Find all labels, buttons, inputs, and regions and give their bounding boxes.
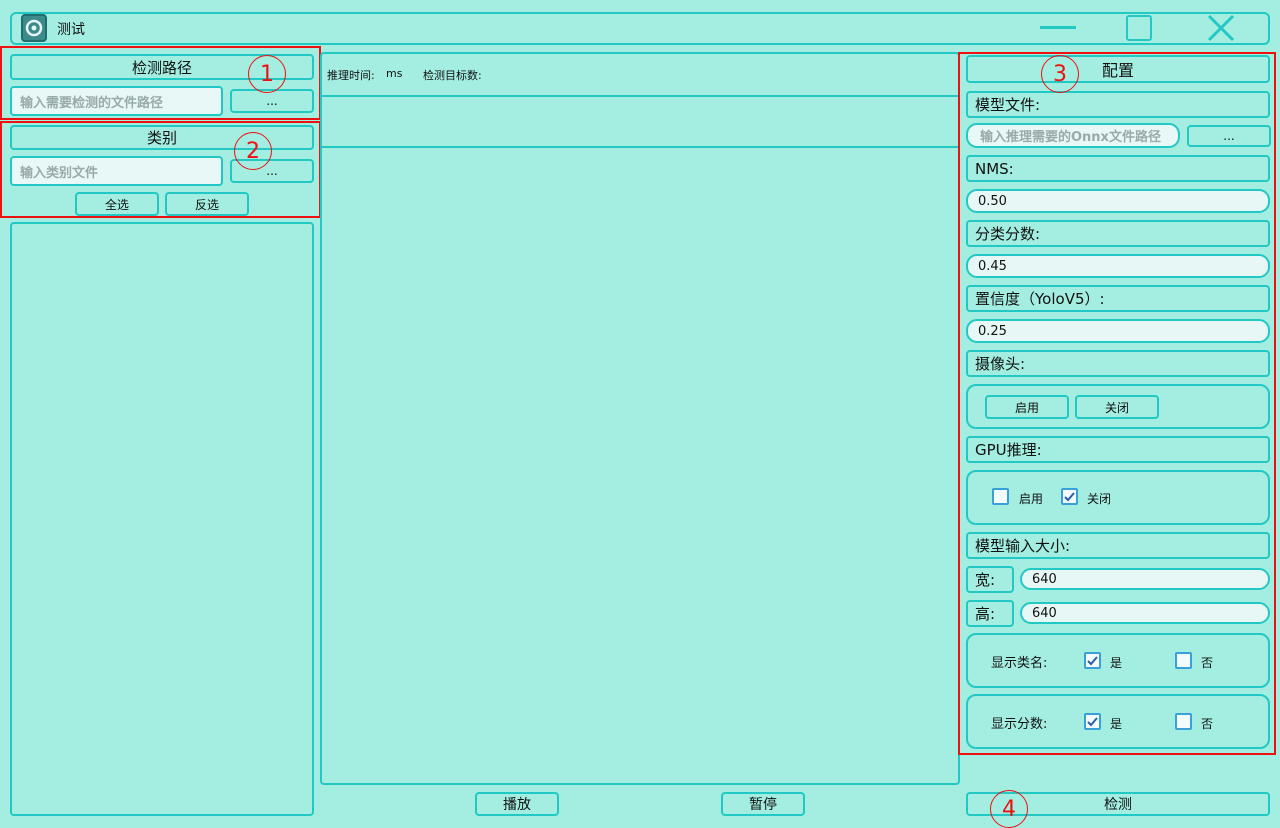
nms-label: NMS: [966, 155, 1270, 182]
show-class-label: 显示类名: [991, 656, 1048, 671]
camera-close-button[interactable]: 关闭 [1075, 395, 1159, 419]
app-logo-icon [21, 14, 47, 42]
infer-time-label: 推理时间: [327, 69, 375, 82]
camera-label: 摄像头: [966, 350, 1270, 377]
checkmark-icon [1087, 717, 1098, 727]
show-class-yes-checkbox[interactable] [1084, 652, 1101, 669]
infer-time-unit: ms [386, 67, 403, 80]
toolbar-divider [322, 146, 958, 148]
path-browse-button[interactable]: ... [230, 89, 314, 113]
model-file-input[interactable]: 输入推理需要的Onnx文件路径 [966, 123, 1180, 148]
show-class-yes-label: 是 [1110, 656, 1123, 670]
show-class-no-label: 否 [1201, 656, 1214, 670]
width-label: 宽: [966, 566, 1014, 593]
close-icon[interactable] [1206, 13, 1236, 43]
annotation-1: 1 [248, 55, 286, 93]
cls-score-label: 分类分数: [966, 220, 1270, 247]
show-score-yes-checkbox[interactable] [1084, 713, 1101, 730]
title-bar [10, 12, 1270, 45]
class-list[interactable] [10, 222, 314, 816]
gpu-close-checkbox[interactable] [1061, 488, 1078, 505]
gpu-enable-checkbox[interactable] [992, 488, 1009, 505]
path-input[interactable]: 输入需要检测的文件路径 [10, 86, 223, 116]
minimize-icon[interactable] [1040, 26, 1076, 29]
model-file-label: 模型文件: [966, 91, 1270, 118]
gpu-label: GPU推理: [966, 436, 1270, 463]
show-class-no-checkbox[interactable] [1175, 652, 1192, 669]
info-divider [322, 95, 958, 97]
play-button[interactable]: 播放 [475, 792, 559, 816]
camera-enable-button[interactable]: 启用 [985, 395, 1069, 419]
checkmark-icon [1087, 656, 1098, 666]
nms-input[interactable]: 0.50 [966, 189, 1270, 213]
height-input[interactable]: 640 [1020, 602, 1270, 624]
show-score-no-checkbox[interactable] [1175, 713, 1192, 730]
annotation-3: 3 [1041, 55, 1079, 93]
show-score-no-label: 否 [1201, 717, 1214, 731]
select-all-button[interactable]: 全选 [75, 192, 159, 216]
pause-button[interactable]: 暂停 [721, 792, 805, 816]
annotation-2: 2 [234, 132, 272, 170]
gpu-enable-label: 启用 [1019, 492, 1044, 506]
window-title: 测试 [57, 22, 85, 38]
annotation-4: 4 [990, 790, 1028, 828]
checkmark-icon [1064, 492, 1075, 502]
config-header: 配置 [966, 55, 1270, 83]
show-score-yes-label: 是 [1110, 717, 1123, 731]
show-score-label: 显示分数: [991, 717, 1048, 732]
invert-select-button[interactable]: 反选 [165, 192, 249, 216]
cls-score-input[interactable]: 0.45 [966, 254, 1270, 278]
height-label: 高: [966, 600, 1014, 627]
input-size-label: 模型输入大小: [966, 532, 1270, 559]
conf-input[interactable]: 0.25 [966, 319, 1270, 343]
center-panel [320, 52, 960, 785]
model-browse-button[interactable]: ... [1187, 125, 1271, 147]
width-input[interactable]: 640 [1020, 568, 1270, 590]
gpu-panel [966, 470, 1270, 525]
maximize-icon[interactable] [1126, 15, 1152, 41]
gpu-close-label: 关闭 [1087, 492, 1112, 506]
target-count-label: 检测目标数: [423, 69, 482, 82]
class-input[interactable]: 输入类别文件 [10, 156, 223, 186]
conf-label: 置信度（YoloV5）: [966, 285, 1270, 312]
